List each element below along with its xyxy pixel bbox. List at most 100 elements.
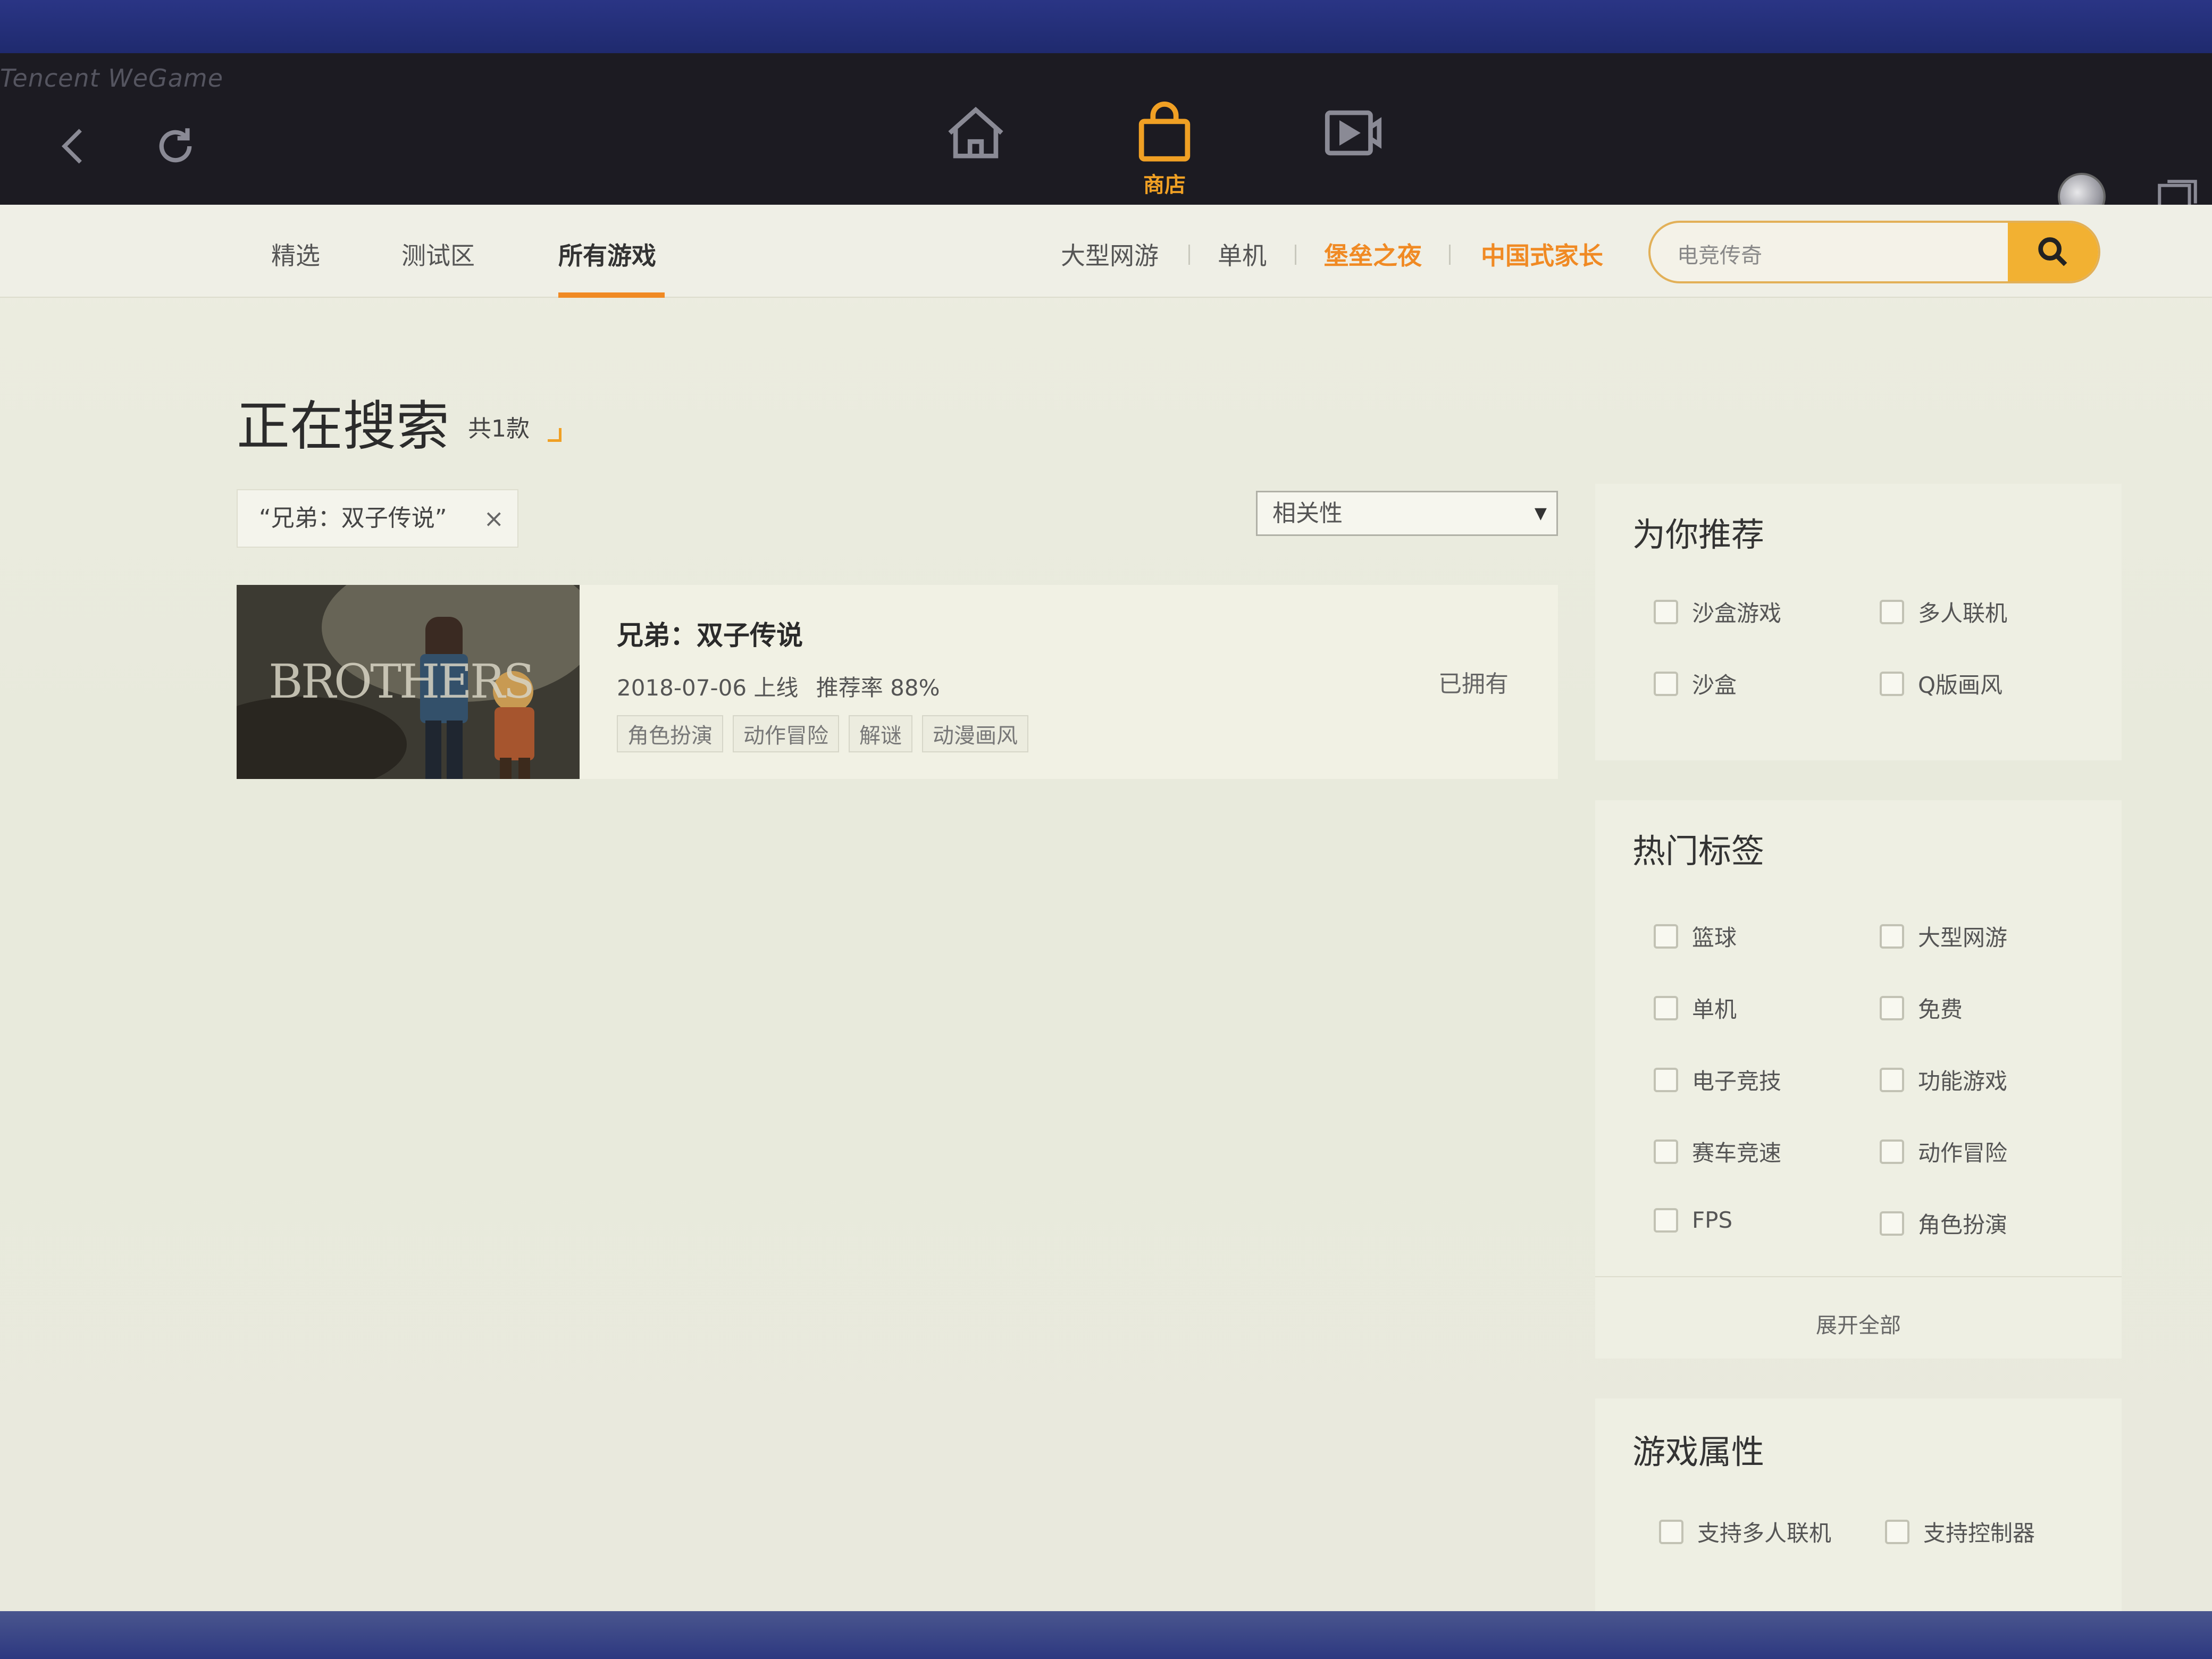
quick-link-chinese-parents[interactable]: 中国式家长	[1481, 237, 1603, 272]
back-arrow-icon[interactable]	[48, 122, 101, 175]
divider	[1295, 245, 1296, 265]
search-input[interactable]	[1677, 238, 2039, 270]
game-tag[interactable]: 角色扮演	[617, 715, 723, 752]
tab-featured[interactable]: 精选	[271, 237, 320, 272]
filter-checkbox[interactable]: 沙盒	[1654, 667, 1737, 700]
search-filter-chip: “兄弟：双子传说” ×	[237, 489, 518, 548]
filter-checkbox[interactable]: 篮球	[1654, 920, 1737, 952]
checkbox-label: 功能游戏	[1918, 1068, 2008, 1094]
game-result-card[interactable]: BROTHERS 兄弟：双子传说 2018-07-06 上线 推荐率 88% 角…	[237, 585, 1558, 779]
screen: Tencent WeGame 商店 精选 测试区 所有游戏 大型网游 单机 堡垒…	[0, 0, 2212, 1659]
sort-dropdown[interactable]: 相关性 ▼	[1256, 491, 1558, 536]
checkbox[interactable]	[1654, 599, 1678, 624]
sort-selected-value: 相关性	[1272, 500, 1343, 527]
nav-store-label: 商店	[1143, 173, 1186, 197]
corner-decoration	[548, 428, 562, 442]
checkbox-label: 多人联机	[1918, 600, 2008, 626]
tab-test-zone[interactable]: 测试区	[401, 237, 475, 272]
checkbox-label: Q版画风	[1918, 672, 2003, 698]
refresh-icon[interactable]	[149, 122, 202, 175]
checkbox-label: 支持控制器	[1923, 1520, 2035, 1546]
checkbox-label: 电子竞技	[1692, 1068, 1782, 1094]
checkbox[interactable]	[1654, 671, 1678, 696]
filter-checkbox[interactable]: 单机	[1654, 992, 1737, 1024]
filter-checkbox[interactable]: 支持多人联机	[1659, 1515, 1831, 1548]
checkbox-label: 大型网游	[1918, 925, 2008, 951]
game-thumbnail-logo: BROTHERS	[269, 654, 535, 709]
checkbox[interactable]	[1885, 1519, 1909, 1544]
page-title: 正在搜索	[237, 395, 449, 457]
close-icon[interactable]: ×	[483, 490, 504, 547]
checkbox[interactable]	[1654, 1139, 1678, 1164]
expand-all-link[interactable]: 展开全部	[1595, 1308, 2122, 1339]
game-tag[interactable]: 解谜	[849, 715, 912, 752]
search-button[interactable]	[2008, 223, 2098, 281]
checkbox[interactable]	[1880, 1139, 1904, 1164]
divider	[1188, 245, 1190, 265]
checkbox[interactable]	[1880, 924, 1904, 949]
filter-checkbox[interactable]: 免费	[1880, 992, 1963, 1024]
search-icon	[2038, 237, 2067, 266]
checkbox-label: 沙盒游戏	[1692, 600, 1782, 626]
recommend-rate: 推荐率 88%	[816, 675, 940, 701]
store-subnav: 精选 测试区 所有游戏 大型网游 单机 堡垒之夜 中国式家长	[0, 205, 2212, 298]
recommend-panel: 为你推荐 沙盒游戏 多人联机 沙盒 Q版画风	[1595, 484, 2122, 760]
checkbox[interactable]	[1654, 995, 1678, 1020]
tab-all-games[interactable]: 所有游戏	[558, 237, 656, 272]
filter-checkbox[interactable]: 支持控制器	[1885, 1515, 2035, 1548]
search-box	[1648, 221, 2100, 283]
checkbox[interactable]	[1880, 1211, 1904, 1236]
checkbox[interactable]	[1880, 599, 1904, 624]
checkbox[interactable]	[1880, 671, 1904, 696]
game-tag[interactable]: 动漫画风	[922, 715, 1028, 752]
checkbox[interactable]	[1880, 995, 1904, 1020]
hot-tags-panel: 热门标签 篮球 大型网游 单机 免费 电子竞技 功能游戏 赛车竞速 动作冒险 F…	[1595, 800, 2122, 1359]
game-attributes-title: 游戏属性	[1632, 1432, 1765, 1471]
checkbox-label: 单机	[1692, 996, 1737, 1023]
filter-checkbox[interactable]: 动作冒险	[1880, 1135, 2007, 1168]
title-bar: Tencent WeGame 商店	[0, 53, 2212, 221]
checkbox-label: 篮球	[1692, 925, 1737, 951]
checkbox[interactable]	[1654, 1067, 1678, 1092]
owned-status: 已拥有	[1438, 671, 1509, 698]
video-icon[interactable]	[1300, 74, 1406, 181]
filter-checkbox[interactable]: 赛车竞速	[1654, 1135, 1781, 1168]
store-page: 精选 测试区 所有游戏 大型网游 单机 堡垒之夜 中国式家长 正在搜索 共1款 …	[0, 205, 2212, 1611]
result-count: 共1款	[468, 415, 530, 442]
quick-link-single-player[interactable]: 单机	[1218, 237, 1267, 272]
checkbox-label: 角色扮演	[1918, 1212, 2008, 1238]
recommend-title: 为你推荐	[1632, 515, 1765, 554]
game-thumbnail[interactable]: BROTHERS	[237, 585, 580, 779]
filter-checkbox[interactable]: FPS	[1654, 1207, 1732, 1233]
filter-checkbox[interactable]: 大型网游	[1880, 920, 2007, 952]
checkbox-label: FPS	[1692, 1207, 1733, 1233]
chevron-down-icon: ▼	[1534, 504, 1547, 523]
checkbox[interactable]	[1654, 924, 1678, 949]
checkbox[interactable]	[1880, 1067, 1904, 1092]
checkbox-label: 沙盒	[1692, 672, 1737, 698]
active-tab-indicator	[558, 292, 665, 298]
game-tag[interactable]: 动作冒险	[733, 715, 839, 752]
hot-tags-title: 热门标签	[1632, 832, 1765, 870]
checkbox-label: 免费	[1918, 996, 1963, 1023]
quick-link-fortnite[interactable]: 堡垒之夜	[1324, 237, 1422, 272]
checkbox[interactable]	[1654, 1208, 1678, 1233]
game-meta: 2018-07-06 上线 推荐率 88%	[617, 670, 951, 702]
filter-checkbox[interactable]: Q版画风	[1880, 667, 2002, 700]
game-title[interactable]: 兄弟：双子传说	[617, 614, 803, 652]
filter-chip-label: “兄弟：双子传说”	[259, 505, 447, 532]
filter-checkbox[interactable]: 功能游戏	[1880, 1063, 2007, 1096]
filter-checkbox[interactable]: 多人联机	[1880, 596, 2007, 628]
home-icon[interactable]	[923, 74, 1029, 181]
checkbox[interactable]	[1659, 1519, 1683, 1544]
filter-checkbox[interactable]: 沙盒游戏	[1654, 596, 1781, 628]
quick-link-mmo[interactable]: 大型网游	[1061, 237, 1159, 272]
divider	[1449, 245, 1451, 265]
nav-store[interactable]: 商店	[1111, 74, 1218, 197]
app-brand: Tencent WeGame	[0, 64, 224, 93]
screen-bottom-edge	[0, 1611, 2212, 1659]
checkbox-label: 动作冒险	[1918, 1140, 2008, 1166]
filter-checkbox[interactable]: 角色扮演	[1880, 1207, 2007, 1239]
filter-checkbox[interactable]: 电子竞技	[1654, 1063, 1781, 1096]
game-attributes-panel: 游戏属性 支持多人联机 支持控制器	[1595, 1398, 2122, 1611]
